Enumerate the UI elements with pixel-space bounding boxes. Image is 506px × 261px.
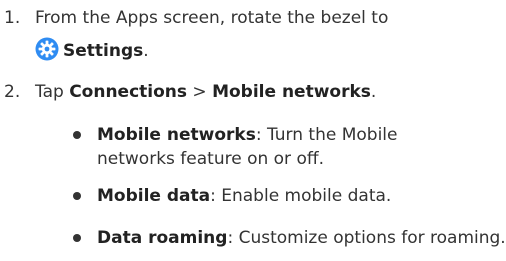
step-line: From the Apps screen, rotate the bezel t…: [35, 8, 389, 28]
bullet-text: Data roaming: Customize options for roam…: [97, 226, 506, 250]
step-number: 2.: [4, 82, 21, 102]
step-line-2: Settings.: [35, 37, 388, 63]
settings-gear-icon: [35, 37, 59, 61]
bullet-dot: [73, 131, 81, 139]
period: .: [143, 41, 149, 61]
connections-label: Connections: [69, 82, 188, 102]
step-body: Tap Connections > Mobile networks.: [35, 80, 376, 104]
step-number: 1.: [4, 8, 21, 28]
bullet-desc: : Customize options for roaming.: [227, 228, 506, 248]
bullet-dot: [73, 192, 81, 200]
bullet-term: Mobile networks: [97, 125, 256, 145]
bullet-desc: : Enable mobile data.: [210, 186, 392, 206]
step-body: From the Apps screen, rotate the bezel t…: [35, 6, 388, 63]
bullet-dot: [73, 234, 81, 242]
bullet-text: Mobile data: Enable mobile data.: [97, 184, 477, 208]
step-prefix: Tap: [35, 82, 70, 102]
settings-label: Settings: [63, 41, 144, 61]
separator: >: [187, 82, 213, 102]
mobile-networks-label: Mobile networks: [212, 82, 371, 102]
bullet-term: Data roaming: [97, 228, 228, 248]
bullet-term: Mobile data: [97, 186, 211, 206]
period: .: [370, 82, 377, 102]
bullet-text: Mobile networks: Turn the Mobile network…: [97, 123, 477, 171]
